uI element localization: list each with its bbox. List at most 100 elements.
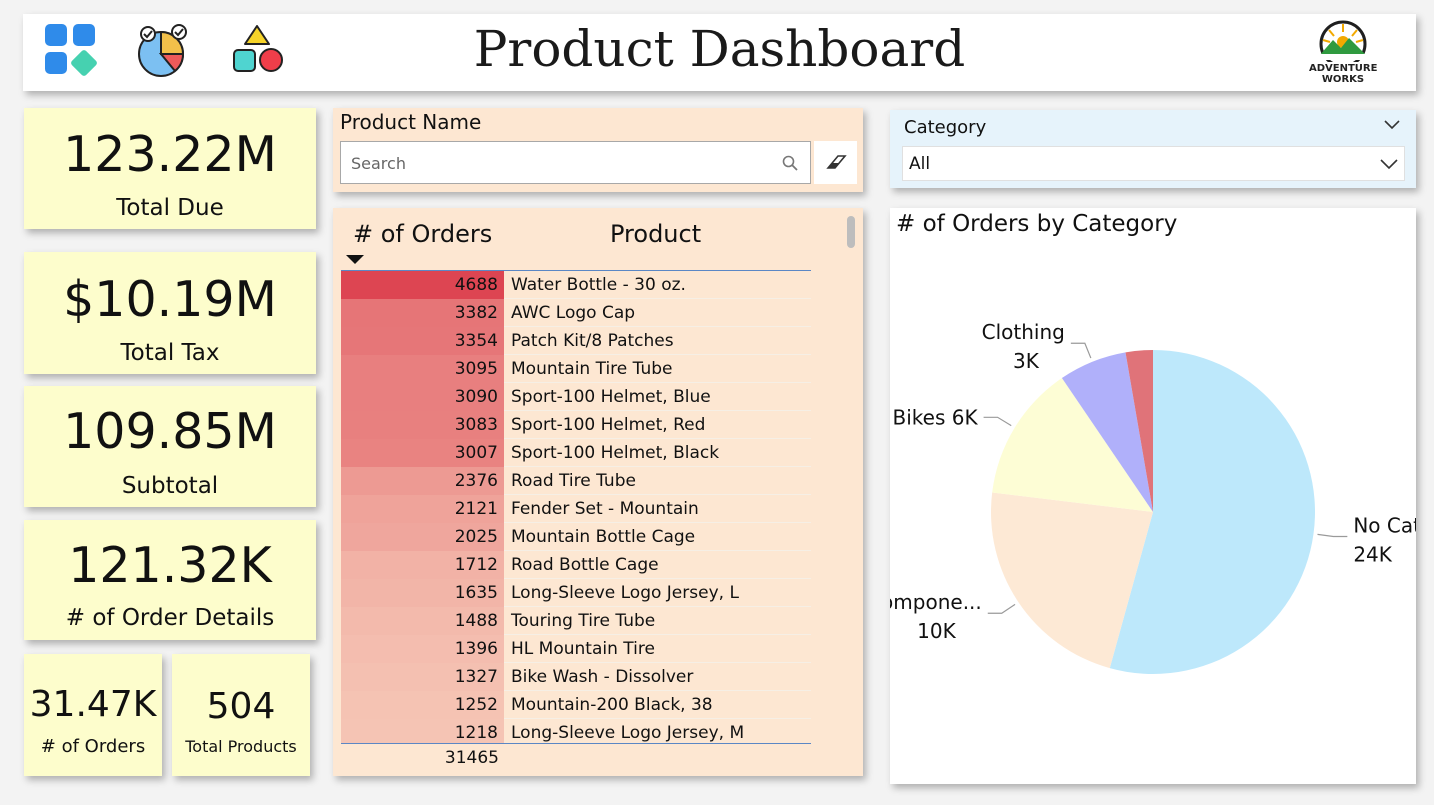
kpi-value: 31.47K xyxy=(29,684,157,725)
table-row[interactable]: 3090 Sport-100 Helmet, Blue xyxy=(341,383,811,411)
orders-cell: 1396 xyxy=(341,635,504,663)
clear-selection-button[interactable] xyxy=(814,141,857,184)
table-row[interactable]: 2025 Mountain Bottle Cage xyxy=(341,523,811,551)
orders-cell: 1252 xyxy=(341,691,504,719)
orders-cell: 1327 xyxy=(341,663,504,691)
logo-text-line2: WORKS xyxy=(1321,74,1365,85)
category-slicer: Category All xyxy=(890,110,1416,188)
table-row[interactable]: 1327 Bike Wash - Dissolver xyxy=(341,663,811,691)
table-body: 4688 Water Bottle - 30 oz. 3382 AWC Logo Ca… xyxy=(341,271,811,743)
kpi-label: Subtotal xyxy=(121,473,219,499)
table-row[interactable]: 3354 Patch Kit/8 Patches xyxy=(341,327,811,355)
orders-cell: 1712 xyxy=(341,551,504,579)
product-cell: Long-Sleeve Logo Jersey, M xyxy=(511,723,745,743)
page-title: Product Dashboard xyxy=(473,20,966,78)
column-header-product[interactable]: Product xyxy=(610,220,701,248)
table-row[interactable]: 2121 Fender Set - Mountain xyxy=(341,495,811,523)
kpi-label: # of Order Details xyxy=(65,605,275,631)
table-row[interactable]: 3095 Mountain Tire Tube xyxy=(341,355,811,383)
product-cell: Road Bottle Cage xyxy=(511,555,659,575)
product-cell: Sport-100 Helmet, Black xyxy=(511,443,720,463)
kpi-value: 109.85M xyxy=(63,403,277,460)
orders-cell: 3090 xyxy=(341,383,504,411)
logo-mountain-icon xyxy=(1317,20,1369,68)
orders-cell: 3095 xyxy=(341,355,504,383)
orders-cell: 2025 xyxy=(341,523,504,551)
product-cell: Mountain Bottle Cage xyxy=(511,527,696,547)
slice-label-clothing: Clothing xyxy=(982,320,1065,344)
column-header-orders[interactable]: # of Orders xyxy=(353,220,492,248)
product-cell: Bike Wash - Dissolver xyxy=(511,667,694,687)
orders-cell: 3007 xyxy=(341,439,504,467)
orders-cell: 1218 xyxy=(341,719,504,743)
orders-cell: 3354 xyxy=(341,327,504,355)
product-cell: Sport-100 Helmet, Red xyxy=(511,415,706,435)
slicer-title: Category xyxy=(904,117,987,138)
orders-cell: 1635 xyxy=(341,579,504,607)
kpi-total-products: 504 Total Products xyxy=(172,654,310,776)
leader-line xyxy=(1070,342,1092,359)
category-dropdown[interactable]: All xyxy=(902,146,1405,181)
scrollbar-thumb[interactable] xyxy=(847,216,855,248)
product-cell: Mountain-200 Black, 38 xyxy=(511,695,713,715)
slice-label-components: Compone... xyxy=(890,590,982,614)
table-row[interactable]: 1712 Road Bottle Cage xyxy=(341,551,811,579)
product-name-slicer: Product Name xyxy=(333,108,863,192)
orders-cell: 4688 xyxy=(341,271,504,299)
chevron-down-icon[interactable] xyxy=(1383,118,1401,132)
table-row[interactable]: 2376 Road Tire Tube xyxy=(341,467,811,495)
slice-label-no-category: No Category xyxy=(1353,514,1416,538)
kpi-order-details: 121.32K # of Order Details xyxy=(24,520,316,640)
orders-by-product-table: # of Orders Product 4688 Water Bottle - 3… xyxy=(333,208,863,776)
category-selected-value: All xyxy=(909,154,931,174)
orders-cell: 1488 xyxy=(341,607,504,635)
chevron-down-icon[interactable] xyxy=(1379,157,1399,171)
kpi-label: # of Orders xyxy=(40,736,146,757)
table-row[interactable]: 3382 AWC Logo Cap xyxy=(341,299,811,327)
table-row[interactable]: 1252 Mountain-200 Black, 38 xyxy=(341,691,811,719)
search-input[interactable] xyxy=(351,150,771,176)
table-row[interactable]: 1488 Touring Tire Tube xyxy=(341,607,811,635)
table-row[interactable]: 4688 Water Bottle - 30 oz. xyxy=(341,271,811,299)
table-row[interactable]: 1635 Long-Sleeve Logo Jersey, L xyxy=(341,579,811,607)
header-bar: Product Dashboard ADVENTURE WORKS xyxy=(23,14,1416,91)
leader-line xyxy=(1317,533,1348,538)
slice-label-clothing-value: 3K xyxy=(1013,349,1040,373)
footer-divider xyxy=(341,743,811,744)
kpi-value: 121.32K xyxy=(68,537,272,594)
table-row[interactable]: 3007 Sport-100 Helmet, Black xyxy=(341,439,811,467)
kpi-value: 123.22M xyxy=(63,126,277,183)
table-row[interactable]: 1218 Long-Sleeve Logo Jersey, M xyxy=(341,719,811,743)
table-row[interactable]: 1396 HL Mountain Tire xyxy=(341,635,811,663)
orders-cell: 3083 xyxy=(341,411,504,439)
product-cell: Fender Set - Mountain xyxy=(511,499,699,519)
product-cell: HL Mountain Tire xyxy=(511,639,655,659)
eraser-icon xyxy=(826,155,847,169)
kpi-total-due: 123.22M Total Due xyxy=(24,108,316,229)
kpi-value: $10.19M xyxy=(63,271,277,328)
pie-chart: No Category 24K Compone... 10K Bikes 6K Cloth… xyxy=(890,320,1416,674)
table-row[interactable]: 3083 Sport-100 Helmet, Red xyxy=(341,411,811,439)
product-cell: Patch Kit/8 Patches xyxy=(511,331,674,351)
orders-cell: 3382 xyxy=(341,299,504,327)
product-cell: AWC Logo Cap xyxy=(511,303,636,323)
leader-line xyxy=(983,416,1012,427)
logo-text-line1: ADVENTURE xyxy=(1309,63,1378,74)
adventure-works-logo: ADVENTURE WORKS xyxy=(1309,18,1377,88)
kpi-value: 504 xyxy=(206,686,276,727)
leader-line xyxy=(987,603,1016,614)
kpi-total-tax: $10.19M Total Tax xyxy=(24,252,316,374)
sort-descending-icon[interactable] xyxy=(346,255,364,264)
kpi-label: Total Products xyxy=(185,737,297,756)
search-icon[interactable] xyxy=(781,154,799,172)
search-box[interactable] xyxy=(340,141,811,184)
product-cell: Road Tire Tube xyxy=(511,471,636,491)
table-scrollbar[interactable] xyxy=(847,216,855,771)
slice-label-components-value: 10K xyxy=(917,619,956,643)
slice-label-no-category-value: 24K xyxy=(1353,543,1392,567)
product-cell: Long-Sleeve Logo Jersey, L xyxy=(511,583,739,603)
kpi-subtotal: 109.85M Subtotal xyxy=(24,386,316,507)
kpi-label: Total Due xyxy=(116,195,224,221)
product-cell: Water Bottle - 30 oz. xyxy=(511,275,686,295)
product-cell: Touring Tire Tube xyxy=(511,611,656,631)
